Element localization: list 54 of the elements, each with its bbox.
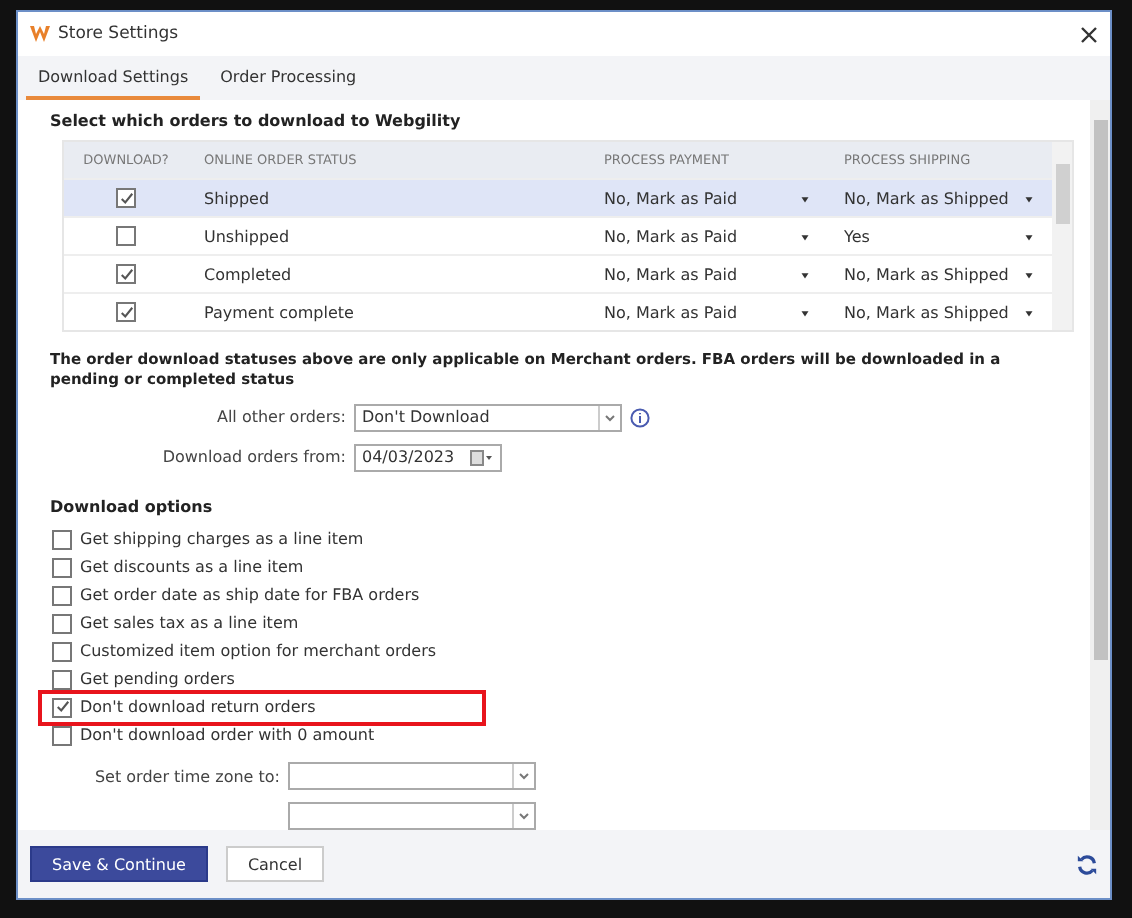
caret-icon[interactable] bbox=[1022, 229, 1036, 243]
caret-icon[interactable] bbox=[798, 191, 812, 205]
checkbox[interactable] bbox=[116, 188, 136, 208]
table-cell[interactable]: No, Mark as Shipped bbox=[828, 178, 1052, 216]
dropdown-field[interactable]: Don't Download bbox=[354, 403, 622, 431]
tab[interactable]: Order Processing bbox=[208, 56, 369, 100]
option-label: Get sales tax as a line item bbox=[80, 614, 299, 633]
section-heading: Select which orders to download to Webgility bbox=[50, 112, 463, 130]
checkbox[interactable] bbox=[52, 697, 72, 718]
table-cell: Shipped bbox=[188, 178, 588, 216]
field-label: All other orders: bbox=[214, 408, 346, 426]
option-label: Get order date as ship date for FBA orders bbox=[80, 586, 420, 605]
close-icon[interactable] bbox=[1080, 25, 1098, 43]
checkbox[interactable] bbox=[52, 585, 72, 606]
checkbox[interactable] bbox=[52, 557, 72, 578]
info-icon[interactable] bbox=[630, 407, 650, 427]
field-label: Download orders from: bbox=[160, 448, 346, 466]
caret-icon[interactable] bbox=[798, 229, 812, 243]
option-label: Don't download return orders bbox=[80, 698, 316, 717]
scrollbar[interactable] bbox=[1052, 142, 1072, 330]
caret-icon[interactable] bbox=[798, 305, 812, 319]
field-label: Set order time zone to: bbox=[92, 767, 280, 785]
checkbox[interactable] bbox=[116, 226, 136, 246]
option-label: Customized item option for merchant orders bbox=[80, 642, 437, 661]
calendar-icon[interactable] bbox=[470, 449, 494, 465]
checkbox[interactable] bbox=[52, 669, 72, 690]
checkbox[interactable] bbox=[52, 725, 72, 746]
caret-icon[interactable] bbox=[1022, 267, 1036, 281]
checkbox[interactable] bbox=[52, 613, 72, 634]
option-label: Get discounts as a line item bbox=[80, 558, 304, 577]
checkbox[interactable] bbox=[52, 641, 72, 662]
save-continue-button[interactable]: Save & Continue bbox=[30, 846, 208, 882]
table-cell[interactable]: No, Mark as Paid bbox=[588, 178, 828, 216]
caret-icon[interactable] bbox=[1022, 191, 1036, 205]
checkbox[interactable] bbox=[52, 529, 72, 550]
checkbox[interactable] bbox=[116, 264, 136, 284]
tab[interactable]: Download Settings bbox=[26, 56, 201, 100]
option-label: Don't download order with 0 amount bbox=[80, 726, 375, 745]
dropdown-field[interactable] bbox=[288, 762, 536, 790]
refresh-icon[interactable] bbox=[1076, 853, 1098, 875]
date-field[interactable]: 04/03/2023 bbox=[354, 443, 502, 471]
window-title: Store Settings bbox=[58, 24, 181, 44]
dropdown-chevron-icon[interactable] bbox=[512, 764, 534, 788]
caret-icon[interactable] bbox=[798, 267, 812, 281]
dropdown-chevron-icon[interactable] bbox=[512, 804, 534, 828]
option-label: Get shipping charges as a line item bbox=[80, 530, 364, 549]
section-heading: Download options bbox=[50, 497, 215, 515]
scrollbar[interactable] bbox=[1090, 100, 1110, 830]
option-label: Get pending orders bbox=[80, 670, 235, 689]
logo-icon bbox=[30, 26, 50, 42]
caret-icon[interactable] bbox=[1022, 305, 1036, 319]
checkbox[interactable] bbox=[116, 302, 136, 322]
cancel-button[interactable]: Cancel bbox=[225, 846, 325, 882]
dropdown-chevron-icon[interactable] bbox=[598, 405, 620, 429]
